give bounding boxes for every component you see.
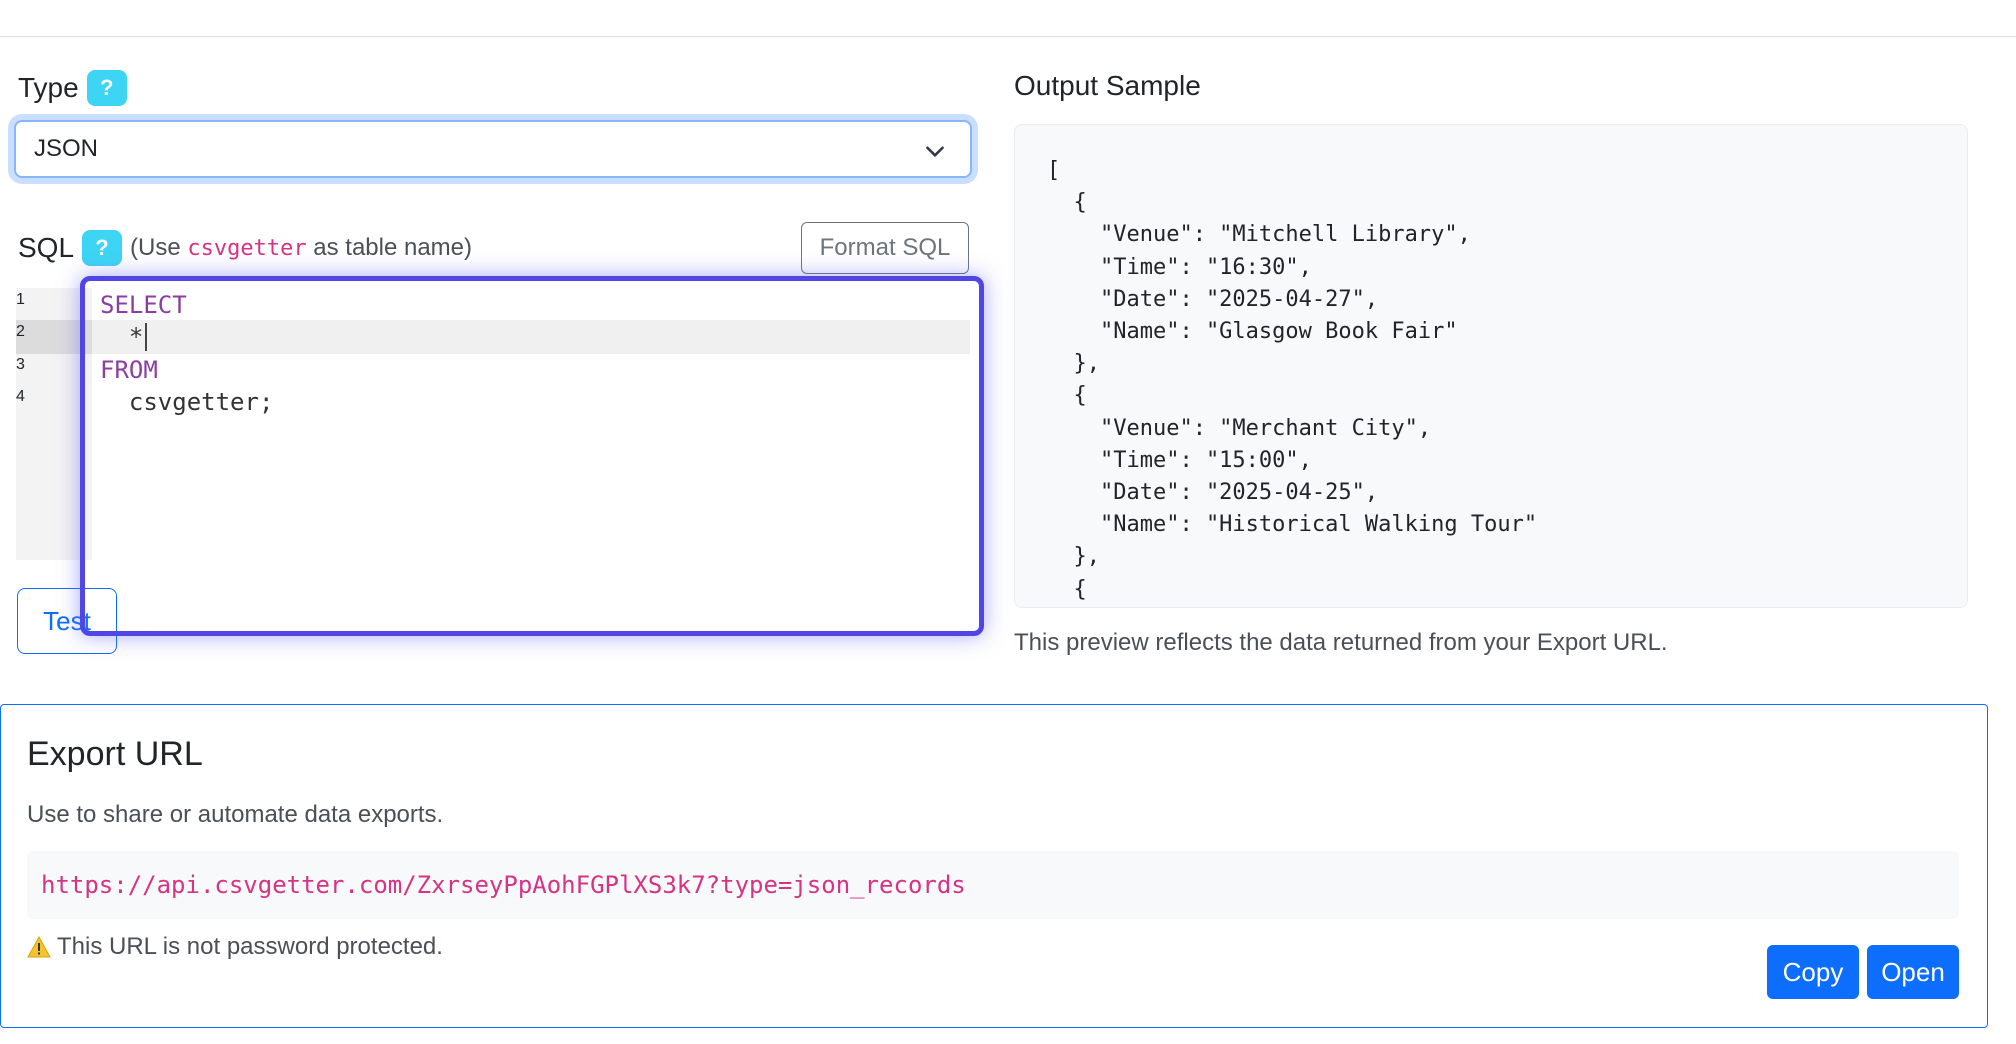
type-select[interactable]: JSON	[14, 120, 972, 178]
type-label-group: Type ?	[18, 70, 127, 106]
output-title: Output Sample	[1014, 70, 1201, 101]
export-url-card: Export URL Use to share or automate data…	[0, 704, 1988, 1028]
line-number: 4	[16, 388, 25, 405]
warning-icon	[27, 936, 51, 958]
export-url-text: https://api.csvgetter.com/ZxrseyPpAohFGP…	[41, 871, 966, 899]
line-number: 3	[16, 356, 25, 373]
top-divider	[0, 36, 2016, 37]
output-sample-box[interactable]: [ { "Venue": "Mitchell Library", "Time":…	[1014, 124, 1968, 608]
active-line	[92, 320, 970, 354]
type-help-badge[interactable]: ?	[86, 70, 127, 106]
password-warning: This URL is not password protected.	[27, 933, 443, 961]
line-number: 1	[16, 291, 25, 308]
sql-help-badge[interactable]: ?	[82, 230, 123, 266]
open-button[interactable]: Open	[1867, 945, 1959, 999]
export-url-box[interactable]: https://api.csvgetter.com/ZxrseyPpAohFGP…	[27, 851, 1959, 919]
code-line: *	[100, 323, 144, 351]
text-caret	[145, 323, 147, 351]
sql-hint-suffix: as table name)	[306, 234, 473, 261]
sql-label: SQL	[18, 232, 75, 263]
table-name-code: csvgetter	[187, 236, 307, 261]
code-line: csvgetter;	[100, 388, 274, 416]
output-title-group: Output Sample	[1014, 70, 1201, 102]
code-line: FROM	[100, 356, 158, 384]
sql-hint-prefix: (Use	[130, 234, 188, 261]
format-sql-button[interactable]: Format SQL	[801, 222, 969, 274]
output-sample-json: [ { "Venue": "Mitchell Library", "Time":…	[1047, 158, 1538, 602]
chevron-down-icon	[926, 146, 944, 157]
test-button[interactable]: Test	[17, 588, 117, 654]
line-number: 2	[16, 323, 25, 340]
code-line: SELECT	[100, 291, 187, 319]
output-note: This preview reflects the data returned …	[1014, 629, 1668, 656]
sql-label-group: SQL ? (Use csvgetter as table name)	[18, 230, 472, 266]
warning-text: This URL is not password protected.	[57, 933, 443, 960]
type-select-value: JSON	[34, 135, 99, 162]
copy-button[interactable]: Copy	[1767, 945, 1859, 999]
sql-hint: (Use csvgetter as table name)	[130, 234, 472, 262]
export-title: Export URL	[27, 735, 203, 773]
export-description: Use to share or automate data exports.	[27, 801, 444, 828]
type-label: Type	[18, 72, 79, 103]
